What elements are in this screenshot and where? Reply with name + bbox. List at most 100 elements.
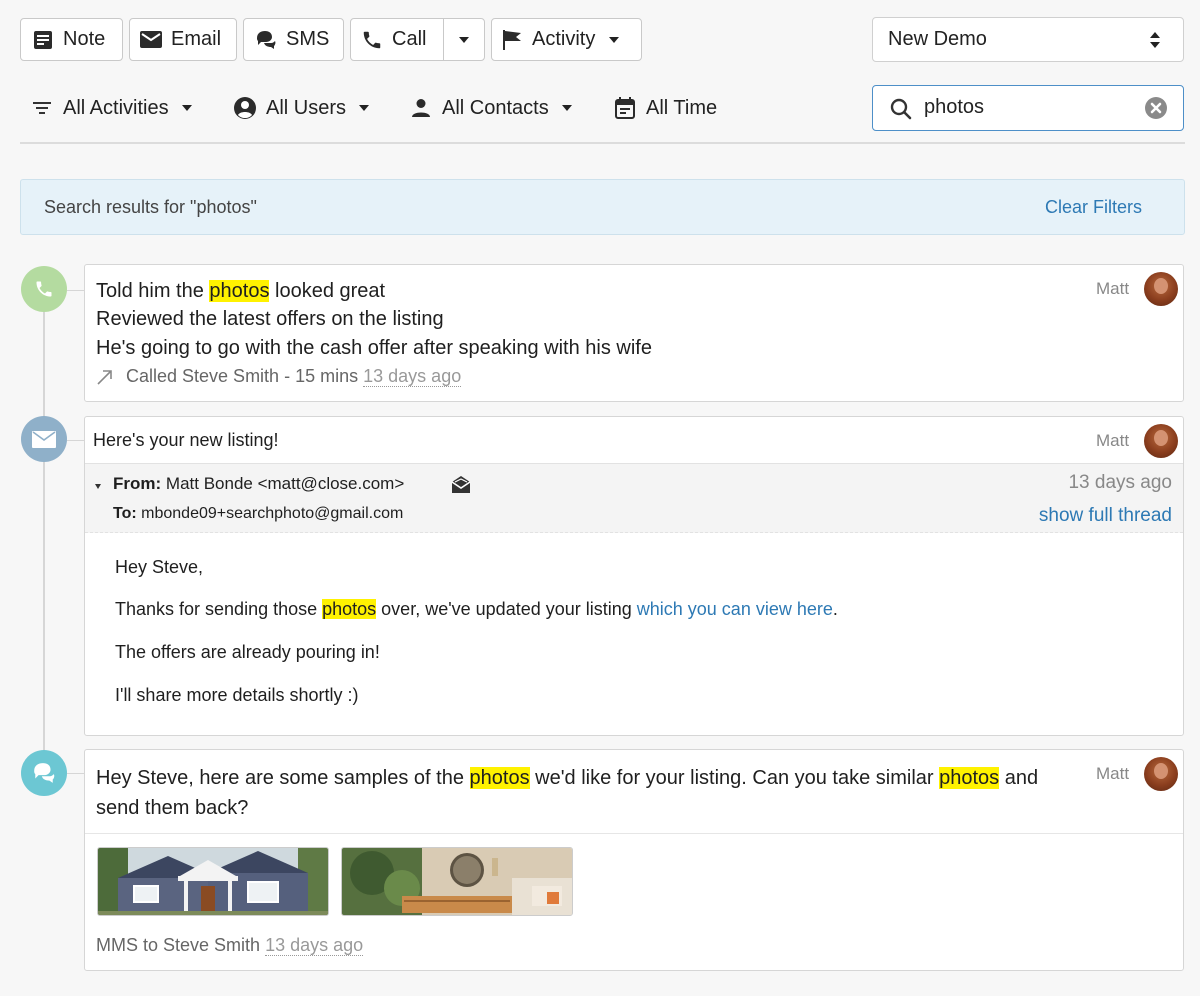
sms-message-text: Hey Steve, here are some samples of the xyxy=(96,767,470,789)
search-highlight: photos xyxy=(209,280,270,302)
filter-activities[interactable]: All Activities xyxy=(30,88,192,128)
timeline-connector xyxy=(67,290,84,291)
email-header: From: Matt Bonde <matt@close.com> To: mb… xyxy=(85,463,1183,533)
template-select-value: New Demo xyxy=(888,28,987,50)
template-select[interactable]: New Demo xyxy=(872,17,1184,62)
chevron-down-icon xyxy=(561,105,572,111)
house-photo-thumbnail[interactable] xyxy=(97,847,329,916)
to-label: To: xyxy=(113,505,137,522)
filter-time[interactable]: All Time xyxy=(613,88,717,128)
email-body-text: Thanks for sending those xyxy=(115,599,323,619)
listing-link[interactable]: which you can view here xyxy=(637,599,833,619)
clear-filters-link[interactable]: Clear Filters xyxy=(1045,197,1142,218)
filter-activities-label: All Activities xyxy=(63,96,169,119)
collapse-triangle-icon[interactable] xyxy=(95,484,101,489)
search-results-banner: Search results for "photos" Clear Filter… xyxy=(20,179,1185,235)
avatar xyxy=(1144,272,1178,306)
phone-icon xyxy=(361,29,383,51)
search-box[interactable] xyxy=(872,85,1184,131)
avatar xyxy=(1144,424,1178,458)
email-button[interactable]: Email xyxy=(129,18,237,61)
sms-message-text: we'd like for your listing. Can you take… xyxy=(529,767,940,789)
outgoing-arrow-icon xyxy=(96,368,114,386)
sms-message-line-2: send them back? xyxy=(96,797,249,819)
sms-message-line-1: Hey Steve, here are some samples of the … xyxy=(96,767,1038,790)
timeline-line xyxy=(43,300,45,772)
search-highlight: photos xyxy=(322,599,377,619)
note-button[interactable]: Note xyxy=(20,18,123,61)
note-label: Note xyxy=(63,28,106,50)
sms-label: SMS xyxy=(286,28,330,50)
call-user-name: Matt xyxy=(1096,279,1130,298)
search-results-text: Search results for "photos" xyxy=(44,196,257,217)
person-icon xyxy=(409,96,433,120)
call-options-dropdown[interactable] xyxy=(443,18,485,61)
call-meta: Called Steve Smith - 15 mins 13 days ago xyxy=(96,366,462,387)
envelope-open-icon xyxy=(450,473,472,495)
call-note-text: looked great xyxy=(269,280,386,302)
email-user-name: Matt xyxy=(1096,431,1130,450)
divider xyxy=(20,142,1185,144)
filter-users[interactable]: All Users xyxy=(233,88,370,128)
activity-label: Activity xyxy=(532,28,596,50)
email-from: From: Matt Bonde <matt@close.com> xyxy=(113,474,404,494)
email-body-text: . xyxy=(832,599,838,619)
flag-icon xyxy=(501,29,523,51)
search-highlight: photos xyxy=(939,767,1000,789)
timeline-connector xyxy=(67,440,84,441)
from-value: Matt Bonde <matt@close.com> xyxy=(165,474,405,493)
call-activity-card[interactable]: Told him the photos looked great Reviewe… xyxy=(84,264,1184,402)
filter-contacts-label: All Contacts xyxy=(442,96,549,119)
divider xyxy=(85,833,1183,834)
call-note-line-1: Told him the photos looked great xyxy=(96,280,385,303)
email-subject: Here's your new listing! xyxy=(93,430,279,450)
interior-photo-thumbnail[interactable] xyxy=(341,847,573,916)
search-highlight: photos xyxy=(469,767,530,789)
email-activity-card[interactable]: Here's your new listing! Matt From: Matt… xyxy=(84,416,1184,736)
to-value: mbonde09+searchphoto@gmail.com xyxy=(141,505,404,522)
sort-arrows-icon xyxy=(1149,31,1161,49)
clear-search-icon[interactable] xyxy=(1144,96,1168,120)
email-body-paragraph-1: Thanks for sending those photos over, we… xyxy=(115,599,838,620)
email-activity-icon xyxy=(21,416,67,462)
sms-message-text: and xyxy=(999,767,1039,789)
chevron-down-icon xyxy=(181,105,192,111)
sms-activity-card[interactable]: Hey Steve, here are some samples of the … xyxy=(84,749,1184,971)
from-label: From: xyxy=(113,474,162,493)
email-body-greeting: Hey Steve, xyxy=(115,557,204,577)
call-activity-icon xyxy=(21,266,67,312)
note-icon xyxy=(32,29,54,51)
avatar xyxy=(1144,757,1178,791)
email-body-paragraph-2: The offers are already pouring in! xyxy=(115,642,380,662)
sms-timestamp: 13 days ago xyxy=(265,935,364,956)
call-button[interactable]: Call xyxy=(350,18,444,61)
email-label: Email xyxy=(171,28,222,50)
sms-activity-icon xyxy=(21,750,67,796)
calendar-icon xyxy=(613,96,637,120)
user-circle-icon xyxy=(233,96,257,120)
search-icon xyxy=(890,98,912,120)
show-full-thread-link[interactable]: show full thread xyxy=(1039,505,1172,527)
envelope-icon xyxy=(140,29,162,51)
call-duration: - 15 mins xyxy=(284,366,359,386)
chevron-down-icon xyxy=(459,36,469,43)
search-input[interactable] xyxy=(924,96,1124,119)
sms-meta-text: MMS to Steve Smith xyxy=(96,935,261,955)
filter-contacts[interactable]: All Contacts xyxy=(409,88,572,128)
filter-lines-icon xyxy=(30,96,54,120)
email-timestamp: 13 days ago xyxy=(1068,472,1172,493)
email-body-text: over, we've updated your listing xyxy=(376,599,637,619)
email-to: To: mbonde09+searchphoto@gmail.com xyxy=(113,505,403,523)
chevron-down-icon xyxy=(359,105,370,111)
call-meta-text: Called Steve Smith xyxy=(126,366,280,386)
activity-button[interactable]: Activity xyxy=(491,18,642,61)
call-note-line-3: He's going to go with the cash offer aft… xyxy=(96,337,652,359)
chat-bubbles-icon xyxy=(255,29,277,51)
filter-time-label: All Time xyxy=(646,96,718,119)
call-note-text: Told him the xyxy=(96,280,210,302)
call-label: Call xyxy=(392,28,427,50)
sms-button[interactable]: SMS xyxy=(243,18,344,61)
sms-user-name: Matt xyxy=(1096,764,1130,783)
filter-users-label: All Users xyxy=(266,96,347,119)
sms-meta: MMS to Steve Smith 13 days ago xyxy=(96,935,364,956)
